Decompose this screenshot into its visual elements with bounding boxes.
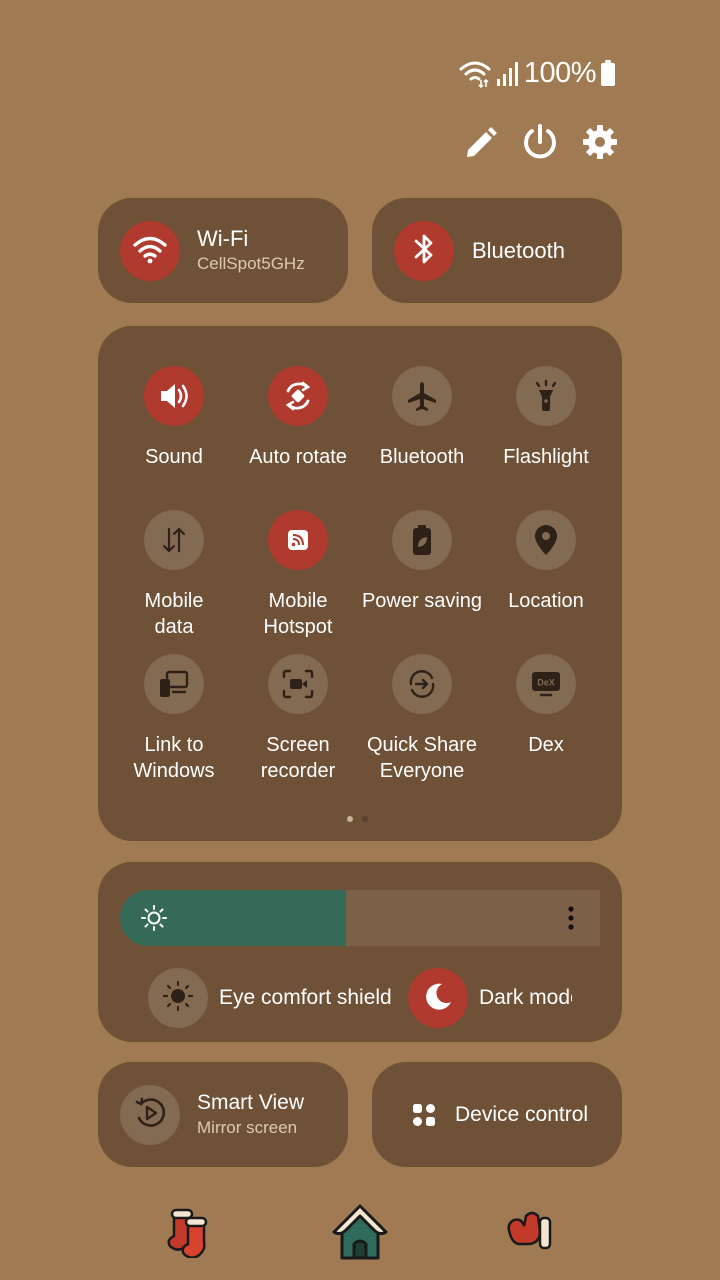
quick-share-icon <box>405 667 439 701</box>
tile-label: Mobile Hotspot <box>263 590 333 638</box>
bluetooth-icon <box>411 232 437 271</box>
tile-mobile-data[interactable]: Mobile data <box>112 510 236 640</box>
tile-auto-rotate-circle <box>268 366 328 426</box>
page-dot-1 <box>347 816 353 822</box>
tile-label: Dex <box>528 734 564 756</box>
link-windows-icon <box>157 668 191 700</box>
tile-location-circle <box>516 510 576 570</box>
eye-comfort-label: Eye comfort shield <box>219 986 392 1009</box>
wifi-icon <box>133 234 167 269</box>
tile-screen-recorder[interactable]: Screen recorder <box>236 654 360 784</box>
tile-power-saving-circle <box>392 510 452 570</box>
rotate-icon <box>281 379 315 413</box>
power-icon <box>521 123 559 166</box>
location-pin-icon <box>532 523 560 557</box>
battery-icon <box>600 59 616 87</box>
pencil-icon <box>462 124 498 165</box>
tile-link-to-windows-circle <box>144 654 204 714</box>
edit-button[interactable] <box>458 122 502 166</box>
tile-label: Mobile data <box>144 590 204 638</box>
tile-bluetooth[interactable]: Bluetooth <box>360 366 484 470</box>
device-control-icon <box>412 1103 436 1132</box>
tile-sound-circle <box>144 366 204 426</box>
sun-icon <box>140 904 168 937</box>
boots-icon[interactable] <box>164 1206 216 1263</box>
eye-comfort-circle <box>148 968 208 1028</box>
tile-quick-share-everyone[interactable]: Quick Share Everyone <box>360 654 484 784</box>
device-control-button[interactable]: Device control <box>372 1062 622 1167</box>
moon-icon <box>422 980 454 1017</box>
tile-label: Bluetooth <box>379 446 465 468</box>
tile-label: Location <box>508 590 584 612</box>
tile-label: Flashlight <box>503 446 589 468</box>
settings-button[interactable] <box>578 122 622 166</box>
smart-view-button[interactable]: Smart View Mirror screen <box>98 1062 348 1167</box>
wifi-signal-icon <box>458 58 492 88</box>
tile-label: Screen recorder <box>260 734 336 782</box>
tile-sound[interactable]: Sound <box>112 366 236 470</box>
smart-view-circle <box>120 1085 180 1145</box>
wifi-label: Wi-Fi <box>197 226 249 251</box>
dark-mode-circle <box>408 968 468 1028</box>
quick-settings-grid: Sound Auto rotate Bluetooth Flashlight Mobil… <box>98 326 622 841</box>
bluetooth-toggle[interactable]: Bluetooth <box>372 198 622 303</box>
tile-flashlight-circle <box>516 366 576 426</box>
tile-dex[interactable]: DeX Dex <box>484 654 608 758</box>
dark-mode-toggle[interactable]: Dark mode <box>408 968 572 1028</box>
page-indicator <box>347 816 368 822</box>
more-options-icon[interactable] <box>564 904 578 937</box>
dark-mode-label: Dark mode <box>479 986 572 1009</box>
house-icon[interactable] <box>330 1202 390 1267</box>
smart-view-icon <box>133 1096 167 1135</box>
wifi-network-name: CellSpot5GHz <box>197 254 305 273</box>
gear-icon <box>582 124 618 165</box>
mitten-icon[interactable] <box>504 1208 554 1261</box>
status-bar: 100% <box>458 56 616 90</box>
bluetooth-toggle-circle <box>394 221 454 281</box>
screen-recorder-icon <box>281 668 315 700</box>
wifi-toggle[interactable]: Wi-Fi CellSpot5GHz <box>98 198 348 303</box>
data-arrows-icon <box>159 525 189 555</box>
bluetooth-label: Bluetooth <box>472 238 565 263</box>
eye-comfort-toggle[interactable]: Eye comfort shield <box>148 968 392 1028</box>
tile-link-to-windows[interactable]: Link to Windows <box>112 654 236 784</box>
eye-comfort-icon <box>162 980 194 1017</box>
tile-power-saving[interactable]: Power saving <box>360 510 484 614</box>
cell-signal-icon <box>496 59 520 87</box>
tile-flashlight[interactable]: Flashlight <box>484 366 608 470</box>
wifi-toggle-circle <box>120 221 180 281</box>
speaker-icon <box>157 381 191 411</box>
tile-bluetooth-circle <box>392 366 452 426</box>
tile-label: Link to Windows <box>133 734 215 782</box>
flashlight-icon <box>531 379 561 413</box>
smart-view-label: Smart View <box>197 1091 304 1114</box>
tile-auto-rotate[interactable]: Auto rotate <box>236 366 360 470</box>
tile-label: Power saving <box>361 590 483 612</box>
airplane-icon <box>405 379 439 413</box>
svg-text:DeX: DeX <box>537 678 555 688</box>
tile-screen-recorder-circle <box>268 654 328 714</box>
tile-label: Auto rotate <box>249 446 347 468</box>
battery-percentage: 100% <box>523 56 597 89</box>
hotspot-icon <box>283 525 313 555</box>
tile-quick-share-everyone-circle <box>392 654 452 714</box>
power-button[interactable] <box>518 122 562 166</box>
brightness-slider[interactable] <box>120 890 600 946</box>
device-control-label: Device control <box>455 1103 589 1126</box>
tile-mobile-hotspot[interactable]: Mobile Hotspot <box>236 510 360 640</box>
battery-leaf-icon <box>410 523 434 557</box>
smart-view-sub: Mirror screen <box>197 1118 298 1137</box>
tile-label: Quick Share Everyone <box>366 734 478 782</box>
tile-dex-circle: DeX <box>516 654 576 714</box>
page-dot-2 <box>362 816 368 822</box>
tile-label: Sound <box>145 446 203 468</box>
tile-mobile-hotspot-circle <box>268 510 328 570</box>
tile-location[interactable]: Location <box>484 510 608 614</box>
tile-mobile-data-circle <box>144 510 204 570</box>
dex-icon: DeX <box>529 669 563 699</box>
